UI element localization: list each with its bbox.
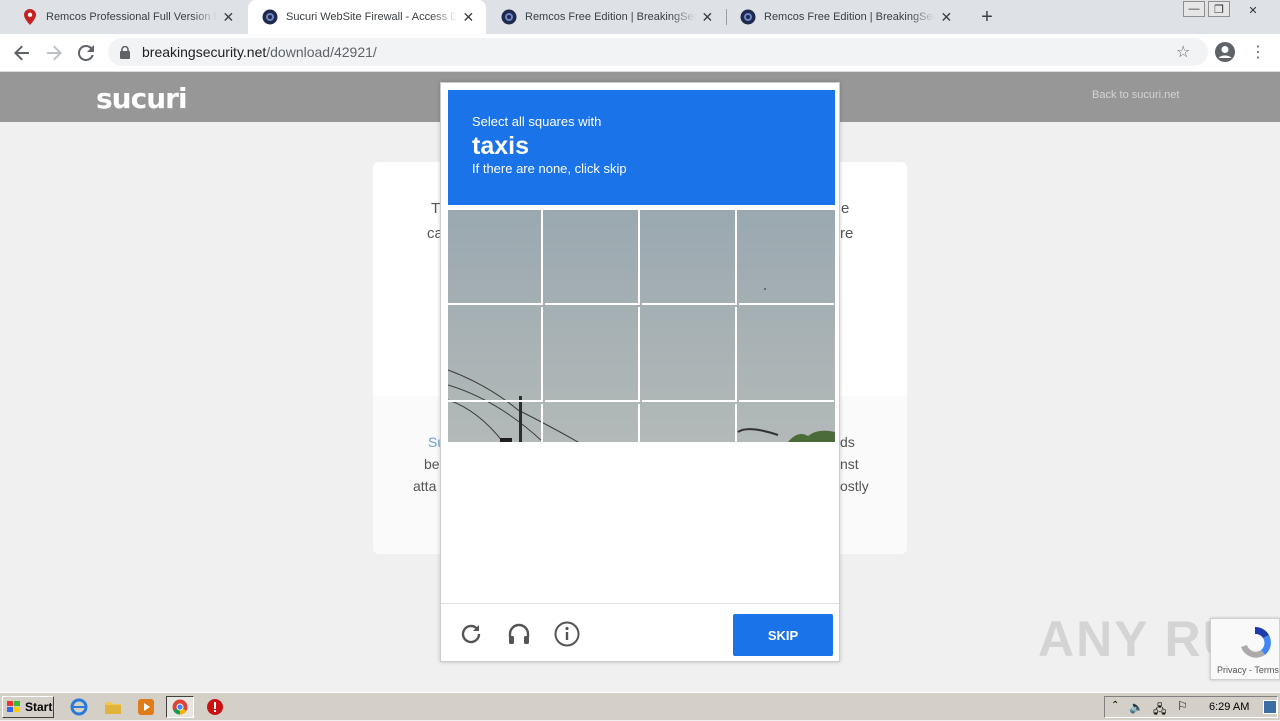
bg-text-fragment: nst [840,456,859,472]
bg-text-fragment: re [840,225,854,242]
image-grid [448,210,835,442]
tab-strip: Remcos Professional Full Version Downloa… [0,0,1280,34]
skip-button[interactable]: SKIP [733,614,833,656]
lock-icon [120,45,134,59]
grid-tile-1[interactable] [448,210,543,305]
grid-tile-8[interactable] [739,307,834,402]
arrow-left-icon [14,45,29,61]
system-tray: ⌃ 🔈 🖧 ⚐ 6:29 AM [1104,696,1278,718]
globe-icon [262,9,278,25]
challenge-prompt: Select all squares with [472,114,602,129]
grid-tile-11[interactable] [642,404,737,442]
profile-avatar-icon[interactable] [1214,41,1236,63]
sucuri-logo: sucuri [96,82,188,115]
folder-icon[interactable] [104,698,122,716]
recaptcha-challenge: Select all squares with taxis If there a… [440,82,840,662]
grid-tile-7[interactable] [642,307,737,402]
new-tab-button[interactable]: + [976,6,998,28]
bookmark-star-icon[interactable]: ☆ [1176,42,1190,62]
windows-flag-icon [7,701,20,712]
browser-toolbar: breakingsecurity.net/download/42921/ ☆ ⋮ [0,34,1280,72]
info-icon[interactable] [553,620,581,648]
show-desktop-icon[interactable] [1263,700,1277,714]
chrome-taskbar-button[interactable] [166,696,194,718]
back-button[interactable] [10,41,34,65]
bg-text-fragment: e [841,200,850,217]
reload-icon[interactable] [457,620,485,648]
stop-icon[interactable] [206,698,224,716]
grid-tile-10[interactable] [545,404,640,442]
audio-icon[interactable] [505,620,533,648]
bg-text-fragment: ostly [840,478,869,494]
start-button[interactable]: Start [2,696,54,718]
reload-icon [78,45,94,61]
grid-tile-12[interactable] [739,404,834,442]
challenge-hint: If there are none, click skip [472,161,627,176]
tab-remcos-free-1[interactable]: Remcos Free Edition | BreakingSecurity ✕ [487,0,725,34]
network-icon[interactable]: 🖧 [1153,700,1166,721]
globe-icon [740,9,756,25]
url-host: breakingsecurity.net [142,44,267,60]
close-icon[interactable]: ✕ [939,9,954,25]
grid-tile-9[interactable] [448,404,543,442]
menu-kebab-icon[interactable]: ⋮ [1250,42,1266,62]
tab-sucuri-firewall[interactable]: Sucuri WebSite Firewall - Access Denied … [248,0,486,34]
grid-tile-5[interactable] [448,307,543,402]
tab-title: Remcos Free Edition | BreakingSecurity [525,11,696,23]
tab-title: Remcos Professional Full Version Downloa… [46,11,217,23]
grid-tile-3[interactable] [642,210,737,305]
close-window-button[interactable]: ✕ [1240,0,1266,20]
grid-tile-2[interactable] [545,210,640,305]
map-pin-icon [22,9,38,25]
challenge-target: taxis [472,132,529,160]
recaptcha-badge[interactable]: Privacy - Terms [1210,618,1280,680]
bg-text-fragment: atta [413,478,437,494]
tab-title: Remcos Free Edition | BreakingSecurity [764,11,935,23]
close-icon[interactable]: ✕ [461,9,476,25]
globe-icon [501,9,517,25]
challenge-header: Select all squares with taxis If there a… [448,90,835,205]
close-icon[interactable]: ✕ [700,9,715,25]
bg-text-fragment: T [431,200,441,217]
reload-button[interactable] [74,41,98,65]
ie-icon[interactable] [70,698,88,716]
bg-text-fragment: be [424,456,440,472]
arrow-right-icon [47,45,62,61]
windows-taskbar: Start ⌃ 🔈 🖧 ⚐ 6:29 AM [0,692,1280,720]
close-icon[interactable]: ✕ [221,9,236,25]
flag-icon[interactable]: ⚐ [1177,699,1188,713]
challenge-footer: SKIP [441,603,839,661]
tab-remcos-free-2[interactable]: Remcos Free Edition | BreakingSecurity ✕ [726,0,964,34]
restore-button[interactable]: ❐ [1208,1,1230,17]
clock: 6:29 AM [1209,701,1250,713]
tray-expand-icon[interactable]: ⌃ [1111,700,1119,711]
address-bar[interactable]: breakingsecurity.net/download/42921/ [108,38,1208,66]
media-player-icon[interactable] [137,698,155,716]
forward-button[interactable] [42,41,66,65]
grid-tile-4[interactable] [739,210,834,305]
privacy-terms-text: Privacy - Terms [1217,665,1279,675]
back-to-sucuri-link[interactable]: Back to sucuri.net [1092,89,1179,101]
minimize-button[interactable]: — [1183,1,1205,17]
chrome-icon [172,699,188,715]
bg-text-fragment: ds [840,434,855,450]
volume-icon[interactable]: 🔈 [1129,700,1144,714]
recaptcha-logo-icon [1241,626,1271,658]
start-label: Start [25,700,53,714]
url-path: /download/42921/ [266,44,377,60]
tab-remcos-professional[interactable]: Remcos Professional Full Version Downloa… [8,0,246,34]
grid-tile-6[interactable] [545,307,640,402]
tab-title: Sucuri WebSite Firewall - Access Denied [286,11,457,23]
